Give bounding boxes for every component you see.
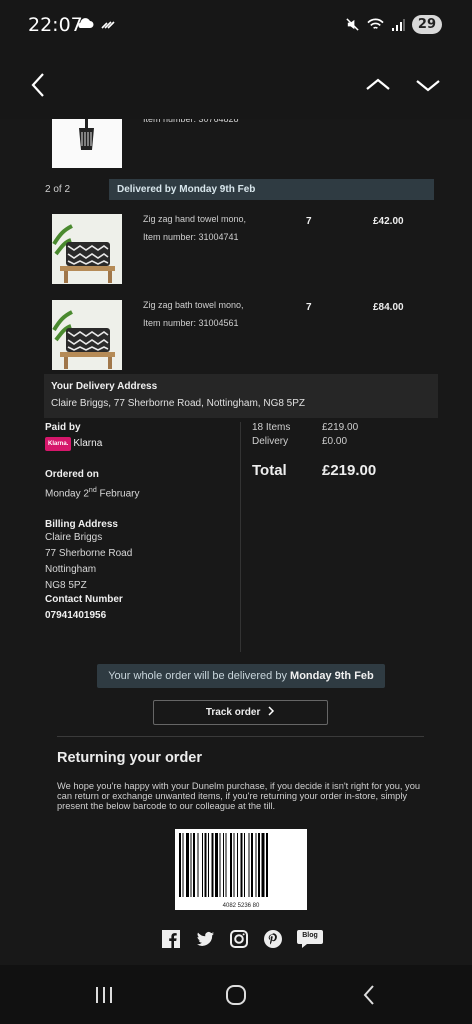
barcode-icon — [179, 833, 268, 897]
spatula-icon — [79, 119, 94, 150]
section-divider — [57, 736, 424, 737]
returning-body: We hope you're happy with your Dunelm pu… — [57, 781, 421, 811]
billing-address-label: Billing Address — [45, 519, 118, 531]
return-barcode: 4082 5236 80 — [175, 829, 307, 910]
column-divider — [240, 422, 241, 652]
home-icon[interactable] — [224, 983, 248, 1007]
pinterest-icon[interactable] — [262, 928, 284, 950]
towel-stack-icon — [52, 300, 122, 370]
towel-stack-icon — [52, 214, 122, 284]
chevron-up-icon[interactable] — [363, 70, 393, 100]
items-count-label: 18 Items — [252, 422, 291, 433]
chevron-right-icon — [268, 706, 275, 716]
social-links: Blog — [160, 928, 324, 950]
klarna-logo: Klarna. — [45, 437, 72, 451]
product-image-hand-towel[interactable] — [52, 214, 122, 284]
delivery-address-box: Your Delivery Address Claire Briggs, 77 … — [44, 374, 438, 418]
back-icon[interactable] — [24, 70, 54, 100]
instagram-icon[interactable] — [228, 928, 250, 950]
paid-by-label: Paid by — [45, 422, 81, 433]
mute-icon — [346, 18, 359, 31]
status-bar: 22:07 29 — [0, 0, 472, 52]
battery-level: 29 — [411, 15, 442, 34]
facebook-icon[interactable] — [160, 928, 182, 950]
item-quantity: 7 — [306, 216, 312, 227]
wifi-icon — [367, 18, 384, 29]
twitter-icon[interactable] — [194, 928, 216, 950]
cloud-icon — [78, 18, 94, 28]
shipment-delivery-banner: Delivered by Monday 9th Feb — [109, 179, 434, 200]
shipment-count: 2 of 2 — [45, 184, 71, 195]
cell-signal-icon — [391, 18, 405, 31]
contact-number[interactable]: 07941401956 — [45, 610, 237, 621]
order-details: Paid by Klarna. Klarna Ordered on Monday… — [45, 422, 237, 621]
item-name: Zig zag hand towel mono, — [143, 214, 247, 224]
total-label: Total — [252, 462, 287, 479]
delivery-label: Delivery — [252, 436, 289, 447]
order-date: Monday 2nd February — [45, 487, 140, 500]
signal-off-icon — [101, 21, 115, 29]
track-order-button[interactable]: Track order — [153, 700, 328, 725]
item-name: Zig zag bath towel mono, — [143, 300, 244, 310]
status-time: 22:07 — [28, 14, 83, 36]
contact-number-label: Contact Number — [45, 594, 123, 606]
item-number: Item number: 31004741 — [143, 232, 239, 242]
email-nav-bar — [0, 60, 472, 112]
payment-method: Klarna — [73, 438, 103, 449]
billing-line: Claire Briggs — [45, 532, 103, 544]
system-navigation-bar — [0, 965, 472, 1024]
product-image-bath-towel[interactable] — [52, 300, 122, 370]
blog-button[interactable]: Blog — [296, 928, 324, 950]
item-number: Item number: 31004561 — [143, 318, 239, 328]
email-body: Item number: 30764828 2 of 2 Delivered b… — [0, 119, 472, 965]
delivery-name: Claire Briggs — [51, 398, 109, 409]
previous-item-number: Item number: 30764828 — [143, 119, 239, 124]
item-price: £84.00 — [373, 302, 404, 313]
billing-line: Nottingham — [45, 564, 97, 576]
delivery-address: , 77 Sherborne Road, Nottingham, NG8 5PZ — [108, 398, 306, 409]
recent-apps-icon[interactable] — [92, 983, 116, 1007]
returning-title: Returning your order — [57, 750, 203, 766]
chevron-down-icon[interactable] — [413, 70, 443, 100]
delivery-cost: £0.00 — [322, 436, 348, 447]
order-totals: 18 Items £219.00 Delivery £0.00 Total £219.… — [252, 422, 442, 479]
item-price: £42.00 — [373, 216, 404, 227]
barcode-number: 4082 5236 80 — [222, 903, 260, 909]
billing-line: NG8 5PZ — [45, 580, 87, 592]
total-amount: £219.00 — [322, 462, 377, 479]
whole-order-delivery-banner: Your whole order will be delivered by Mo… — [97, 664, 385, 688]
item-quantity: 7 — [306, 302, 312, 313]
billing-line: 77 Sherborne Road — [45, 548, 133, 560]
delivery-address-title: Your Delivery Address — [51, 381, 158, 392]
items-subtotal: £219.00 — [322, 422, 359, 433]
system-back-icon[interactable] — [358, 983, 382, 1007]
product-image-spatula[interactable] — [52, 119, 122, 168]
ordered-on-label: Ordered on — [45, 469, 99, 480]
blog-label: Blog — [302, 932, 318, 939]
